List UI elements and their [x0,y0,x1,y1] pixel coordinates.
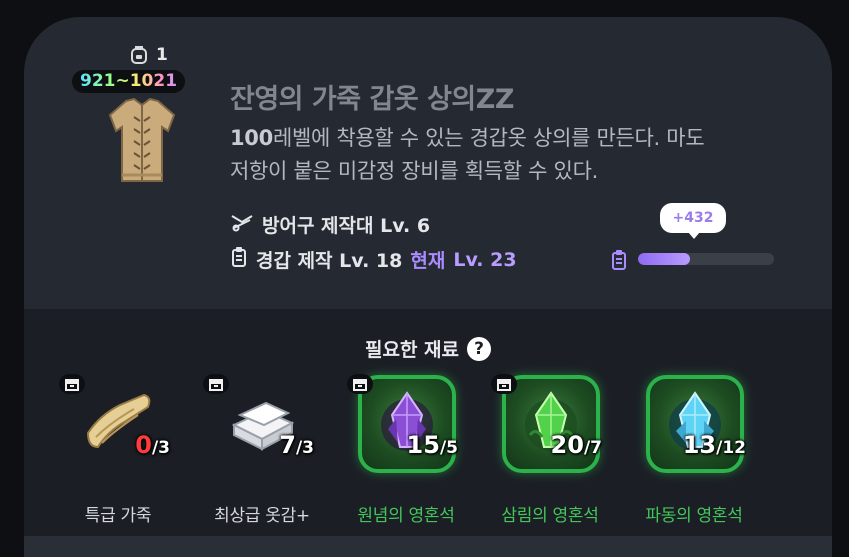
material-need: /5 [439,438,458,458]
material-quantity: 13/12 [683,431,746,459]
exp-progress-bar [638,253,774,265]
item-title: 잔영의 가죽 갑옷 상의ZZ [230,84,514,115]
storage-box-icon[interactable] [346,373,374,399]
craft-recipe-card: 1 921~1021 잔영의 가죽 갑옷 상의ZZ 100레벨에 착용할 수 있… [24,17,832,557]
desc-line2: 저항이 붙은 미감정 장비를 획득할 수 있다. [230,159,598,183]
craft-book-icon [230,246,248,273]
material-item[interactable]: 7/3 최상급 옷감+ [192,373,332,526]
backpack-icon [128,44,150,66]
level-range-badge: 921~1021 [72,70,186,93]
material-name: 삼림의 영혼석 [501,506,599,526]
anvil-tools-icon [230,212,254,237]
material-need: /3 [151,438,170,458]
station-requirement: 방어구 제작대 Lv. 6 [230,211,430,238]
level-range-text: 921~1021 [80,71,178,91]
material-quantity: 15/5 [407,431,458,459]
material-have: 13 [682,431,717,459]
material-item[interactable]: 15/5 원념의 영혼석 [336,373,476,526]
material-item[interactable]: 20/7 삼림의 영혼석 [480,373,620,526]
storage-box-icon[interactable] [202,373,230,399]
exp-progress-fill [638,253,690,265]
material-have: 0 [135,431,152,459]
material-name: 특급 가죽 [84,506,152,526]
station-requirement-text: 방어구 제작대 Lv. 6 [262,215,431,237]
material-need: /12 [716,438,746,458]
storage-box-icon[interactable] [490,373,518,399]
material-have: 7 [279,431,296,459]
material-name: 원념의 영혼석 [357,506,455,526]
material-need: /7 [583,438,602,458]
material-quantity: 7/3 [279,431,314,459]
craft-book-icon [610,249,628,275]
material-need: /3 [295,438,314,458]
skill-requirement-text: 경갑 제작 Lv. 18 [256,250,403,272]
leather-armor-icon[interactable] [104,97,180,191]
skill-requirement: 경갑 제작 Lv. 18 현재 Lv. 23 [230,246,517,273]
desc-line1: 레벨에 착용할 수 있는 경갑옷 상의를 만든다. 마도 [272,126,705,150]
material-have: 20 [550,431,584,459]
storage-box-icon[interactable] [58,373,86,399]
material-name: 최상급 옷감+ [214,506,310,526]
material-have: 15 [406,431,440,459]
item-description: 100레벨에 착용할 수 있는 경갑옷 상의를 만든다. 마도 저항이 붙은 미… [230,122,790,188]
material-quantity: 20/7 [551,431,602,459]
owned-count-value: 1 [156,45,168,65]
material-item[interactable]: 13/12 파동의 영혼석 [624,373,764,526]
material-item[interactable]: 0/3 특급 가죽 [48,373,188,526]
materials-title-text: 필요한 재료 [364,339,459,361]
materials-title: 필요한 재료 ? [24,335,832,362]
panel-footer-strip [24,536,832,557]
exp-gain-tooltip: +432 [660,203,726,239]
help-icon[interactable]: ? [467,336,491,361]
current-level-label: 현재 [410,250,446,272]
desc-level: 100 [230,126,273,150]
material-quantity: 0/3 [135,431,170,459]
owned-count: 1 [128,44,168,66]
material-name: 파동의 영혼석 [645,506,743,526]
current-level-value: Lv. 23 [453,248,517,271]
